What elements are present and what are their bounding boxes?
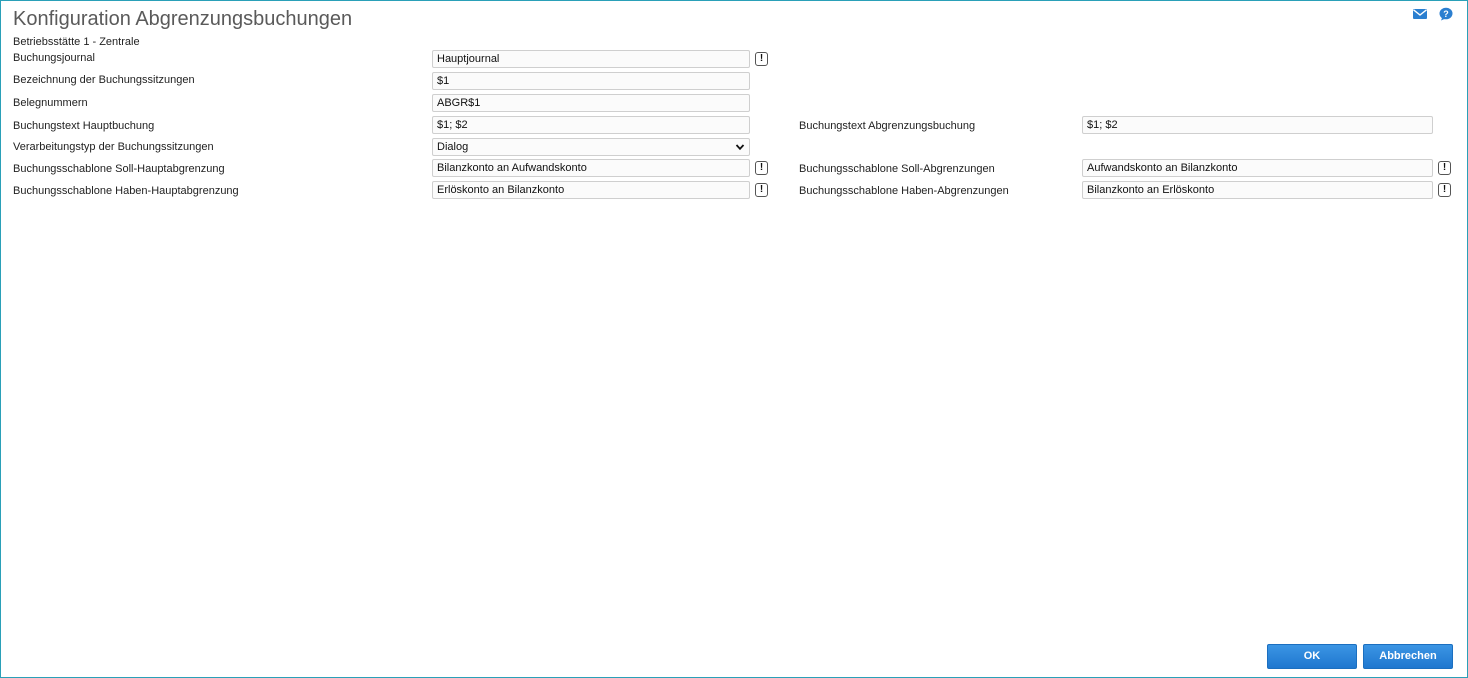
- mail-icon[interactable]: [1412, 7, 1428, 21]
- svg-text:?: ?: [1443, 9, 1449, 19]
- soll-abgr-label: Buchungsschablone Soll-Abgrenzungen: [799, 163, 995, 175]
- verarbeitungstyp-select[interactable]: Dialog: [432, 138, 750, 156]
- soll-abgr-input[interactable]: Aufwandskonto an Bilanzkonto: [1082, 159, 1433, 177]
- text-haupt-label: Buchungstext Hauptbuchung: [13, 120, 155, 132]
- text-haupt-input[interactable]: $1; $2: [432, 116, 750, 134]
- text-abgrenzung-label: Buchungstext Abgrenzungsbuchung: [799, 120, 976, 132]
- soll-haupt-label: Buchungsschablone Soll-Hauptabgrenzung: [13, 163, 225, 175]
- haben-haupt-lookup-button[interactable]: !: [755, 183, 768, 197]
- haben-haupt-label: Buchungsschablone Haben-Hauptabgrenzung: [13, 185, 239, 197]
- verarbeitungstyp-value: Dialog: [437, 141, 469, 153]
- page-subtitle: Betriebsstätte 1 - Zentrale: [13, 36, 140, 48]
- haben-abgr-label: Buchungsschablone Haben-Abgrenzungen: [799, 185, 1009, 197]
- haben-abgr-input[interactable]: Bilanzkonto an Erlöskonto: [1082, 181, 1433, 199]
- soll-haupt-lookup-button[interactable]: !: [755, 161, 768, 175]
- help-icon[interactable]: ?: [1438, 7, 1454, 21]
- buchungsjournal-input[interactable]: Hauptjournal: [432, 50, 750, 68]
- text-abgrenzung-input[interactable]: $1; $2: [1082, 116, 1433, 134]
- belegnummern-input[interactable]: ABGR$1: [432, 94, 750, 112]
- header-icons: ?: [1412, 7, 1454, 21]
- buchungsjournal-label: Buchungsjournal: [13, 52, 95, 64]
- haben-abgr-lookup-button[interactable]: !: [1438, 183, 1451, 197]
- cancel-button[interactable]: Abbrechen: [1363, 644, 1453, 669]
- page-title: Konfiguration Abgrenzungsbuchungen: [13, 8, 353, 30]
- soll-haupt-input[interactable]: Bilanzkonto an Aufwandskonto: [432, 159, 750, 177]
- bezeichnung-input[interactable]: $1: [432, 72, 750, 90]
- soll-abgr-lookup-button[interactable]: !: [1438, 161, 1451, 175]
- haben-haupt-input[interactable]: Erlöskonto an Bilanzkonto: [432, 181, 750, 199]
- chevron-down-icon: [735, 144, 745, 151]
- buchungsjournal-lookup-button[interactable]: !: [755, 52, 768, 66]
- verarbeitungstyp-label: Verarbeitungstyp der Buchungssitzungen: [13, 141, 214, 153]
- belegnummern-label: Belegnummern: [13, 97, 88, 109]
- bezeichnung-label: Bezeichnung der Buchungssitzungen: [13, 74, 195, 86]
- ok-button[interactable]: OK: [1267, 644, 1357, 669]
